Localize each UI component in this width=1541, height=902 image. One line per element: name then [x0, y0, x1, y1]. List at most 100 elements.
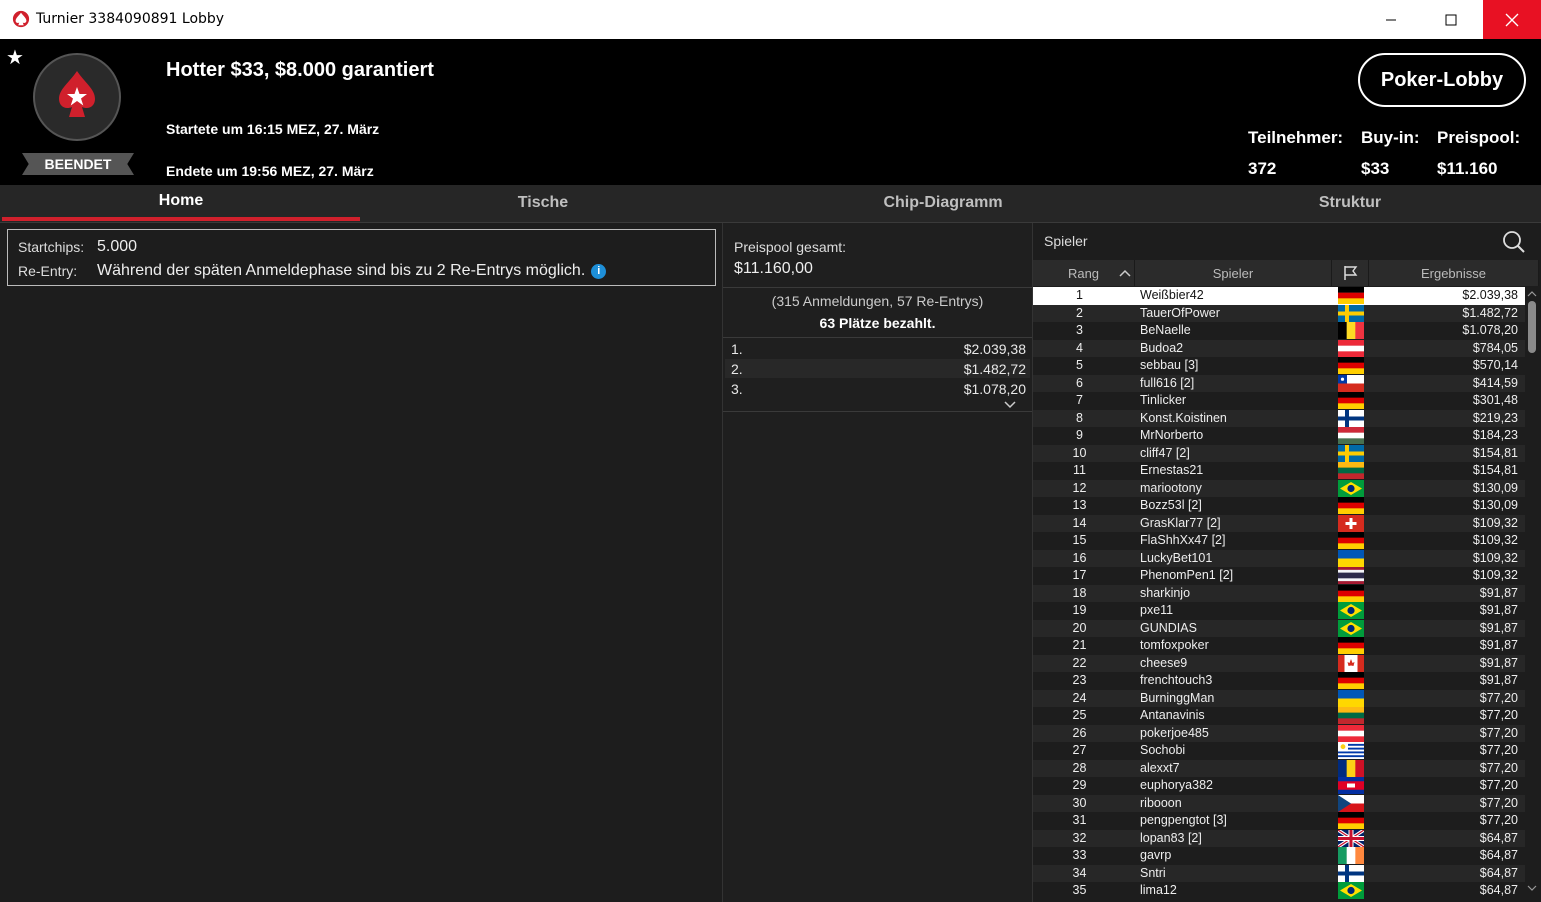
- player-row[interactable]: 25 Antanavinis $77,20: [1033, 707, 1538, 725]
- player-row[interactable]: 4 Budoa2 $784,05: [1033, 339, 1538, 357]
- player-row[interactable]: 29 euphorya382 $77,20: [1033, 777, 1538, 795]
- player-row[interactable]: 19 pxe11 $91,87: [1033, 602, 1538, 620]
- country-flag-icon: [1338, 654, 1364, 672]
- player-prize: $1.078,20: [1462, 323, 1518, 337]
- country-flag-icon: [1338, 812, 1364, 830]
- players-scrollbar[interactable]: [1525, 287, 1539, 897]
- tab-chip-diagramm[interactable]: Chip-Diagramm: [763, 185, 1123, 221]
- minimize-button[interactable]: [1368, 0, 1414, 39]
- player-row[interactable]: 7 Tinlicker $301,48: [1033, 392, 1538, 410]
- column-header-results[interactable]: Ergebnisse: [1369, 260, 1539, 286]
- player-row[interactable]: 21 tomfoxpoker $91,87: [1033, 637, 1538, 655]
- prize-amount: $1.482,72: [963, 361, 1026, 377]
- search-icon[interactable]: [1501, 229, 1527, 255]
- player-row[interactable]: 27 Sochobi $77,20: [1033, 742, 1538, 760]
- prize-row: 2. $1.482,72: [725, 359, 1030, 378]
- spade-star-icon: [59, 71, 95, 117]
- player-rank: 2: [1076, 305, 1083, 320]
- player-prize: $570,14: [1472, 358, 1518, 372]
- status-badge: BEENDET: [22, 153, 134, 175]
- player-search-input[interactable]: Spieler: [1044, 233, 1088, 249]
- player-row[interactable]: 8 Konst.Koistinen $219,23: [1033, 409, 1538, 427]
- info-icon[interactable]: i: [591, 264, 607, 279]
- favorite-star-icon[interactable]: ★: [6, 45, 24, 70]
- player-rank: 26: [1072, 725, 1087, 740]
- player-name: pxe11: [1140, 603, 1174, 617]
- scroll-thumb[interactable]: [1528, 301, 1536, 353]
- tab-home[interactable]: Home: [2, 185, 360, 221]
- player-row[interactable]: 6 full616 [2] $414,59: [1033, 374, 1538, 392]
- player-row[interactable]: 34 Sntri $64,87: [1033, 864, 1538, 882]
- tab-struktur[interactable]: Struktur: [1170, 185, 1530, 221]
- player-prize: $77,20: [1479, 690, 1518, 705]
- buyin-label: Buy-in:: [1361, 128, 1420, 147]
- player-row[interactable]: 11 Ernestas21 $154,81: [1033, 462, 1538, 480]
- player-row[interactable]: 30 riboоon $77,20: [1033, 794, 1538, 812]
- poker-lobby-button[interactable]: Poker-Lobby: [1358, 53, 1526, 107]
- player-name: BeNaelle: [1140, 323, 1191, 337]
- tab-tische[interactable]: Tische: [363, 185, 723, 221]
- player-prize: $414,59: [1472, 375, 1518, 390]
- player-rank: 33: [1072, 848, 1087, 862]
- player-row[interactable]: 2 TauerOfPower $1.482,72: [1033, 304, 1538, 322]
- scroll-down-icon[interactable]: [1525, 883, 1539, 893]
- player-row[interactable]: 17 PhenomPen1 [2] $109,32: [1033, 567, 1538, 585]
- sort-up-icon: [1119, 269, 1131, 277]
- close-button[interactable]: [1483, 0, 1541, 39]
- player-row[interactable]: 23 frenchtouch3 $91,87: [1033, 672, 1538, 690]
- player-prize: $77,20: [1479, 795, 1518, 810]
- player-row[interactable]: 16 LuckyBet101 $109,32: [1033, 549, 1538, 567]
- player-rank: 30: [1072, 795, 1087, 810]
- player-row[interactable]: 14 GrasKlar77 [2] $109,32: [1033, 514, 1538, 532]
- country-flag-icon: [1338, 427, 1364, 445]
- player-row[interactable]: 24 BurninggMan $77,20: [1033, 689, 1538, 707]
- scroll-up-icon[interactable]: [1525, 289, 1539, 299]
- startchips-value: 5.000: [97, 238, 138, 255]
- tournament-badge: [33, 53, 121, 141]
- player-prize: $109,32: [1472, 568, 1518, 582]
- country-flag-icon: [1337, 828, 1365, 848]
- player-row[interactable]: 5 sebbau [3] $570,14: [1033, 357, 1538, 375]
- country-flag-icon: [1338, 409, 1364, 427]
- player-row[interactable]: 31 pengpengtot [3] $77,20: [1033, 812, 1538, 830]
- column-header-rank[interactable]: Rang: [1033, 260, 1135, 286]
- player-row[interactable]: 28 alexxt7 $77,20: [1033, 759, 1538, 777]
- maximize-button[interactable]: [1428, 0, 1474, 39]
- country-flag-icon: [1338, 864, 1364, 882]
- player-row[interactable]: 12 mariootony $130,09: [1033, 479, 1538, 497]
- player-row[interactable]: 15 FlaShhXx47 [2] $109,32: [1033, 532, 1538, 550]
- player-row[interactable]: 9 MrNorberto $184,23: [1033, 427, 1538, 445]
- player-row[interactable]: 26 pokerjoe485 $77,20: [1033, 724, 1538, 742]
- player-row[interactable]: 20 GUNDIAS $91,87: [1033, 619, 1538, 637]
- reentry-row: Während der späten Anmeldephase sind bis…: [97, 262, 607, 280]
- player-row[interactable]: 33 gavrp $64,87: [1033, 847, 1538, 865]
- player-prize: $154,81: [1472, 445, 1518, 460]
- country-flag-icon: [1338, 532, 1364, 550]
- column-header-country[interactable]: [1332, 260, 1369, 286]
- players-panel: Spieler Rang Spieler Ergebnisse 1 Weißbie…: [1033, 223, 1541, 902]
- player-row[interactable]: 1 Weißbier42 $2.039,38: [1033, 287, 1538, 305]
- player-name: cliff47 [2]: [1140, 445, 1190, 460]
- player-row[interactable]: 13 Bozz53l [2] $130,09: [1033, 497, 1538, 515]
- player-row[interactable]: 10 cliff47 [2] $154,81: [1033, 444, 1538, 462]
- player-rank: 11: [1073, 463, 1086, 477]
- player-name: tomfoxpoker: [1140, 638, 1209, 652]
- chevron-down-icon[interactable]: [1002, 399, 1018, 411]
- column-header-player[interactable]: Spieler: [1135, 260, 1332, 286]
- player-name: sebbau [3]: [1140, 358, 1199, 372]
- player-rank: 9: [1076, 428, 1083, 442]
- player-row[interactable]: 3 BeNaelle $1.078,20: [1033, 322, 1538, 340]
- player-name: sharkinjo: [1140, 585, 1191, 600]
- participants-label: Teilnehmer:: [1248, 128, 1344, 147]
- player-row[interactable]: 32 lopan83 [2] $64,87: [1033, 828, 1538, 848]
- player-prize: $77,20: [1479, 813, 1518, 827]
- country-flag-icon: [1338, 742, 1364, 759]
- player-name: Antanavinis: [1140, 708, 1205, 722]
- player-name: LuckyBet101: [1140, 550, 1213, 565]
- player-row[interactable]: 18 sharkinjo $91,87: [1033, 584, 1538, 602]
- player-row[interactable]: 22 cheese9 $91,87: [1033, 654, 1538, 672]
- players-list: 1 Weißbier42 $2.039,38 2 TauerOfPower $1.482,…: [1033, 287, 1538, 900]
- player-name: alexxt7: [1140, 760, 1180, 775]
- player-row[interactable]: 35 lima12 $64,87: [1033, 882, 1538, 900]
- country-flag-icon: [1338, 514, 1364, 532]
